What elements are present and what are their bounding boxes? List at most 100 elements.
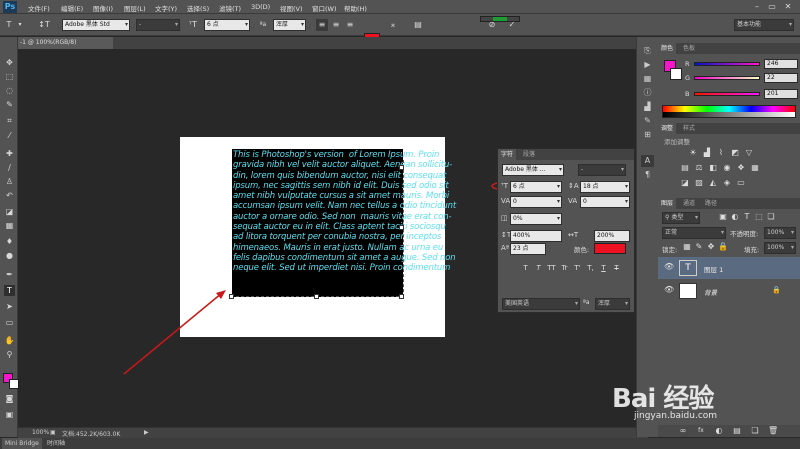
color-balance-icon[interactable]: ⚖ [694, 163, 704, 173]
value-b[interactable]: 201 [764, 89, 798, 99]
filter-adjust-icon[interactable]: ◐ [730, 212, 740, 222]
tab-paths[interactable]: 路径 [702, 198, 720, 209]
tab-mini-bridge[interactable]: Mini Bridge [2, 438, 42, 449]
fill-field[interactable]: 100% [764, 242, 796, 254]
filter-type-icon[interactable]: T [742, 212, 752, 222]
watermark-brand: Bai 经验 [612, 384, 714, 414]
leading-icon: ⇕A [568, 182, 579, 190]
actions-panel-icon[interactable]: ▶ [641, 59, 654, 71]
filter-smart-icon[interactable]: ❏ [766, 212, 776, 222]
char-baseline-field[interactable]: 23 点 [510, 243, 546, 255]
tab-paragraph[interactable]: 段落 [520, 149, 538, 160]
char-tracking-select[interactable]: 0 [580, 196, 630, 208]
hue-sat-icon[interactable]: ▤ [680, 163, 690, 173]
char-language-select[interactable]: 美国英语 [502, 298, 580, 310]
gradient-map-icon[interactable]: ▭ [736, 178, 746, 188]
all-caps-button[interactable]: TT [546, 263, 557, 273]
tracking-icon: VA [568, 197, 578, 205]
anti-alias-icon: ªa [583, 299, 590, 306]
char-anti-alias-select[interactable]: 浑厚 [595, 298, 630, 310]
levels-icon[interactable]: ▟ [702, 148, 712, 158]
selective-color-icon[interactable]: ◈ [722, 178, 732, 188]
fill-label: 填充: [744, 246, 760, 254]
layers-panel-tabs: 图层 通道 路径 [658, 198, 800, 209]
faux-italic-button[interactable]: T [533, 263, 544, 273]
small-caps-button[interactable]: Tr [559, 263, 570, 273]
slider-b[interactable] [694, 92, 760, 96]
superscript-button[interactable]: T' [572, 263, 583, 273]
layer-name: 图层 1 [704, 266, 724, 274]
swatch-panel-icon[interactable]: ▦ [641, 73, 654, 85]
paragraph-panel-icon[interactable]: ¶ [641, 169, 654, 181]
layer-filter-select[interactable]: ⚲ 类型 [662, 212, 700, 224]
underline-button[interactable]: T [598, 263, 609, 273]
threshold-icon[interactable]: ◭ [708, 178, 718, 188]
slider-g[interactable] [694, 76, 760, 80]
faux-bold-button[interactable]: T [520, 263, 531, 273]
char-color-swatch[interactable] [594, 243, 626, 254]
char-leading-select[interactable]: 18 点 [580, 181, 630, 193]
subscript-button[interactable]: T, [585, 263, 596, 273]
color-bg-swatch[interactable] [670, 68, 682, 80]
char-horizontal-scale-field[interactable]: 200% [594, 230, 630, 242]
clone-panel-icon[interactable]: ⊞ [641, 129, 654, 141]
strikethrough-button[interactable]: T [611, 263, 622, 273]
delete-layer-icon[interactable]: 🗑 [768, 426, 778, 436]
layer-row[interactable]: 👁 背景 🔒 [658, 280, 800, 302]
tab-character[interactable]: 字符 [498, 149, 517, 160]
photo-filter-icon[interactable]: ◉ [722, 163, 732, 173]
tab-layers[interactable]: 图层 [658, 198, 677, 209]
slider-r[interactable] [694, 62, 760, 66]
layer-row[interactable]: 👁 T 图层 1 [658, 257, 800, 279]
black-white-icon[interactable]: ◧ [708, 163, 718, 173]
status-menu-arrow-icon[interactable]: ▶ [144, 429, 149, 436]
history-panel-icon[interactable]: ⎘ [641, 45, 654, 57]
vibrance-icon[interactable]: ▽ [744, 148, 754, 158]
lock-all-icon[interactable]: 🔒 [718, 242, 728, 252]
tab-swatches[interactable]: 色板 [680, 43, 698, 54]
color-lookup-icon[interactable]: ▦ [750, 163, 760, 173]
character-panel-tabs: 字符 段落 [498, 149, 634, 160]
info-panel-icon[interactable]: ⓘ [641, 87, 654, 99]
char-kerning-select[interactable]: 0 [510, 196, 562, 208]
histogram-panel-icon[interactable]: ▟ [641, 101, 654, 113]
tab-channels[interactable]: 通道 [680, 198, 698, 209]
lock-paint-icon[interactable]: ✎ [694, 242, 704, 252]
char-font-family-select[interactable]: Adobe 黑体 ... [502, 164, 564, 176]
watermark-url: jingyan.baidu.com [634, 411, 718, 421]
right-panel-column: 颜色 色板 R 246 G 22 B 201 调整 样式 添加调整 ☀ ▟ ⌇ … [658, 37, 800, 437]
value-r[interactable]: 246 [764, 59, 798, 69]
layer-thumbnail: T [679, 260, 697, 276]
char-font-style-select[interactable]: - [578, 164, 626, 176]
filter-pixel-icon[interactable]: ▣ [718, 212, 728, 222]
color-spectrum-ramp[interactable] [662, 105, 796, 118]
char-vertical-scale-field[interactable]: 400% [510, 230, 562, 242]
value-g[interactable]: 22 [764, 73, 798, 83]
brush-panel-icon[interactable]: ✎ [641, 115, 654, 127]
eye-icon[interactable]: 👁 [664, 285, 674, 294]
font-size-icon: ᵀT [501, 182, 508, 190]
zoom-readout[interactable]: 100% [32, 429, 49, 436]
exposure-icon[interactable]: ◩ [730, 148, 740, 158]
opacity-field[interactable]: 100% [764, 227, 796, 239]
tab-color[interactable]: 颜色 [658, 43, 677, 54]
brightness-icon[interactable]: ☀ [688, 148, 698, 158]
posterize-icon[interactable]: ▨ [694, 178, 704, 188]
lock-pixels-icon[interactable]: ▦ [682, 242, 692, 252]
lock-move-icon[interactable]: ✥ [706, 242, 716, 252]
tab-adjustments[interactable]: 调整 [658, 123, 677, 134]
char-font-size-select[interactable]: 6 点 [510, 181, 562, 193]
curves-icon[interactable]: ⌇ [716, 148, 726, 158]
eye-icon[interactable]: 👁 [664, 262, 674, 271]
lock-icon: 🔒 [772, 286, 781, 294]
char-scale-select[interactable]: 0% [510, 213, 562, 225]
filter-shape-icon[interactable]: ⬚ [754, 212, 764, 222]
tab-timeline[interactable]: 时间轴 [44, 438, 68, 449]
character-panel-icon[interactable]: A [641, 155, 654, 167]
adjust-panel-title: 添加调整 [664, 138, 690, 146]
invert-icon[interactable]: ◪ [680, 178, 690, 188]
tab-styles[interactable]: 样式 [680, 123, 698, 134]
channel-label-r: R [685, 60, 690, 68]
channel-mixer-icon[interactable]: ❖ [736, 163, 746, 173]
blend-mode-select[interactable]: 正常 [662, 227, 726, 239]
